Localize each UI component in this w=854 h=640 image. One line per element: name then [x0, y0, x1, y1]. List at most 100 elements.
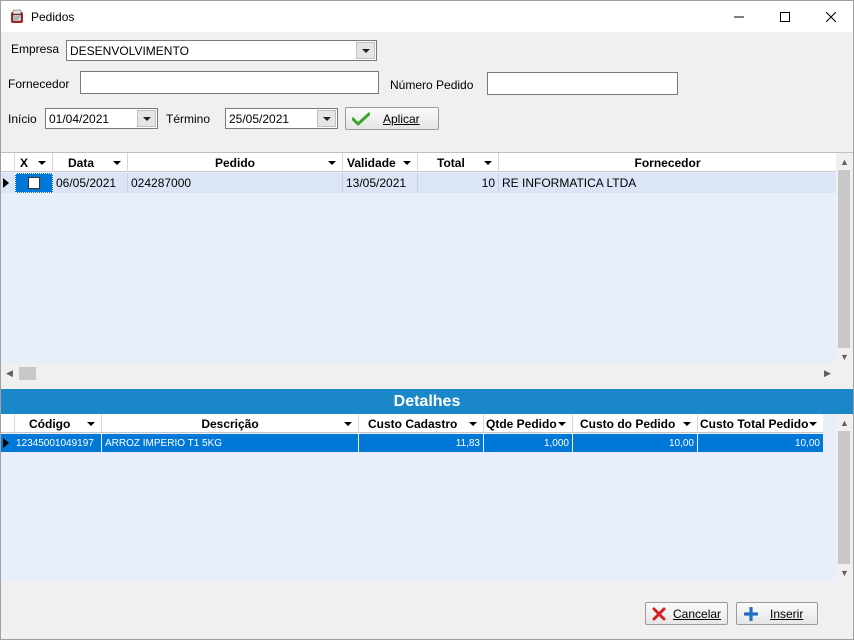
- sort-icon: [87, 422, 95, 426]
- termino-dropdown-button[interactable]: [317, 110, 336, 127]
- scroll-down-icon[interactable]: ▼: [836, 348, 853, 365]
- cancelar-button[interactable]: Cancelar: [645, 602, 728, 625]
- cell-qtde-pedido: 1,000: [484, 434, 573, 452]
- sort-icon: [328, 161, 336, 165]
- fornecedor-label: Fornecedor: [8, 77, 70, 91]
- empresa-select[interactable]: DESENVOLVIMENTO: [66, 40, 377, 61]
- col-header-data-label: Data: [68, 155, 95, 170]
- cell-pedido: 024287000: [128, 173, 343, 193]
- inicio-label: Início: [8, 112, 37, 126]
- col-header-custo-pedido-label: Custo do Pedido: [580, 416, 676, 431]
- row-indicator-icon: [3, 438, 9, 448]
- row-indicator-icon: [3, 178, 9, 188]
- scroll-up-icon[interactable]: ▲: [836, 414, 853, 431]
- termino-label: Término: [166, 112, 211, 126]
- detalhes-grid: Código Descrição Custo Cadastro Qtde Ped…: [1, 414, 853, 581]
- scroll-thumb[interactable]: [838, 431, 850, 564]
- col-header-descricao[interactable]: Descrição: [102, 414, 359, 433]
- cell-data: 06/05/2021: [53, 173, 128, 193]
- aplicar-label: Aplicar: [383, 111, 420, 126]
- col-header-pedido-label: Pedido: [214, 155, 255, 170]
- cell-custo-pedido: 10,00: [573, 434, 698, 452]
- scroll-thumb[interactable]: [19, 367, 36, 380]
- maximize-button[interactable]: [762, 1, 808, 32]
- sort-icon: [469, 422, 477, 426]
- scroll-thumb[interactable]: [838, 170, 850, 348]
- scroll-left-icon[interactable]: ◀: [1, 365, 18, 382]
- cell-custo-cadastro: 11,83: [359, 434, 484, 452]
- col-header-custo-total-label: Custo Total Pedido: [700, 416, 809, 431]
- table-row[interactable]: 12345001049197 ARROZ IMPERIO T1 5KG 11,8…: [1, 434, 823, 452]
- app-icon: [11, 9, 23, 23]
- scroll-right-icon[interactable]: ▶: [819, 365, 836, 382]
- table-row[interactable]: 06/05/2021 024287000 13/05/2021 10 RE IN…: [1, 173, 836, 193]
- close-icon: [652, 607, 666, 620]
- col-header-descricao-label: Descrição: [201, 416, 259, 431]
- col-header-codigo-label: Código: [29, 416, 71, 431]
- filter-form: Empresa DESENVOLVIMENTO Fornecedor Númer…: [1, 32, 853, 152]
- close-button[interactable]: [808, 1, 853, 32]
- inicio-value: 01/04/2021: [49, 112, 110, 126]
- checkmark-icon: [352, 112, 370, 125]
- col-header-validade-label: Validade: [347, 155, 396, 170]
- scroll-down-icon[interactable]: ▼: [836, 564, 853, 581]
- col-header-codigo[interactable]: Código: [15, 414, 102, 433]
- col-header-pedido[interactable]: Pedido: [128, 153, 343, 172]
- detalhes-grid-header: Código Descrição Custo Cadastro Qtde Ped…: [1, 414, 823, 433]
- cell-codigo: 12345001049197: [15, 434, 102, 452]
- col-header-custo-total[interactable]: Custo Total Pedido: [698, 414, 823, 433]
- chevron-down-icon: [322, 116, 331, 121]
- col-header-total-label: Total: [437, 155, 465, 170]
- sort-icon: [403, 161, 411, 165]
- col-header-qtde-pedido-label: Qtde Pedido: [486, 416, 557, 431]
- pedidos-grid: X Data Pedido Validade Total Fornecedor …: [1, 152, 853, 365]
- empresa-label: Empresa: [11, 42, 60, 56]
- sort-icon: [113, 161, 121, 165]
- sort-icon: [809, 422, 817, 426]
- sort-icon: [683, 422, 691, 426]
- detalhes-header: Detalhes: [1, 389, 853, 414]
- inicio-dropdown-button[interactable]: [137, 110, 156, 127]
- numero-pedido-label: Número Pedido: [390, 78, 474, 92]
- sort-icon: [344, 422, 352, 426]
- col-header-custo-pedido[interactable]: Custo do Pedido: [573, 414, 698, 433]
- minimize-button[interactable]: [716, 1, 762, 32]
- col-header-total[interactable]: Total: [418, 153, 499, 172]
- col-header-fornecedor[interactable]: Fornecedor: [499, 153, 836, 172]
- inserir-button[interactable]: Inserir: [736, 602, 818, 625]
- row-checkbox[interactable]: [28, 177, 40, 189]
- pedidos-window: Pedidos Empresa DESENVOLVIMENTO Forneced…: [0, 0, 854, 640]
- detalhes-vertical-scrollbar[interactable]: ▲ ▼: [836, 414, 853, 581]
- sort-icon: [558, 422, 566, 426]
- scroll-up-icon[interactable]: ▲: [836, 153, 853, 170]
- fornecedor-input[interactable]: [80, 71, 379, 94]
- col-header-validade[interactable]: Validade: [343, 153, 418, 172]
- cell-total: 10: [418, 173, 499, 193]
- col-header-qtde-pedido[interactable]: Qtde Pedido: [484, 414, 573, 433]
- cell-fornecedor: RE INFORMATICA LTDA: [502, 176, 637, 190]
- cell-descricao: ARROZ IMPERIO T1 5KG: [102, 434, 359, 452]
- plus-icon: [744, 606, 758, 621]
- col-header-x[interactable]: X: [15, 153, 53, 172]
- header-indicator: [1, 414, 15, 433]
- header-indicator: [1, 153, 15, 172]
- empresa-value: DESENVOLVIMENTO: [70, 44, 189, 58]
- numero-pedido-input[interactable]: [487, 72, 678, 95]
- minimize-icon: [734, 16, 744, 17]
- col-header-data[interactable]: Data: [53, 153, 128, 172]
- col-header-x-label: X: [20, 155, 29, 170]
- col-header-custo-cadastro[interactable]: Custo Cadastro: [359, 414, 484, 433]
- termino-date-picker[interactable]: 25/05/2021: [225, 108, 338, 129]
- row-checkbox-cell[interactable]: [15, 173, 53, 193]
- pedidos-horizontal-scrollbar[interactable]: ◀ ▶: [1, 365, 853, 382]
- inserir-label: Inserir: [770, 606, 804, 621]
- inicio-date-picker[interactable]: 01/04/2021: [45, 108, 158, 129]
- sort-icon: [484, 161, 492, 165]
- window-title: Pedidos: [31, 10, 75, 24]
- pedidos-grid-header: X Data Pedido Validade Total Fornecedor: [1, 153, 836, 172]
- cell-validade: 13/05/2021: [343, 173, 418, 193]
- empresa-dropdown-button[interactable]: [356, 42, 375, 59]
- aplicar-button[interactable]: Aplicar: [345, 107, 439, 130]
- pedidos-vertical-scrollbar[interactable]: ▲ ▼: [836, 153, 853, 365]
- title-bar[interactable]: Pedidos: [1, 1, 853, 32]
